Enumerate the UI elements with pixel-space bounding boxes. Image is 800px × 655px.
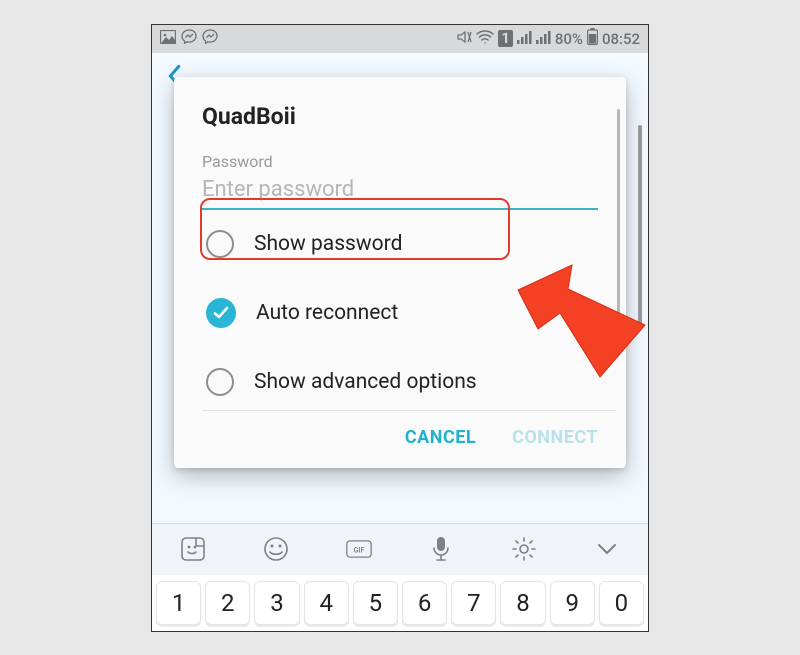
key-8[interactable]: 8 bbox=[500, 581, 545, 625]
messenger-icon bbox=[181, 29, 197, 49]
key-5[interactable]: 5 bbox=[353, 581, 398, 625]
mic-icon[interactable] bbox=[428, 536, 454, 562]
gif-icon[interactable]: GIF bbox=[346, 536, 372, 562]
advanced-options-toggle[interactable] bbox=[206, 368, 234, 396]
emoji-icon[interactable] bbox=[263, 536, 289, 562]
sim-badge: 1 bbox=[498, 30, 513, 47]
phone-frame: 1 80% 08:52 QuadBoii Password bbox=[151, 24, 649, 632]
password-input[interactable] bbox=[202, 175, 598, 210]
chevron-down-icon[interactable] bbox=[594, 536, 620, 562]
key-1[interactable]: 1 bbox=[156, 581, 201, 625]
cancel-button[interactable]: CANCEL bbox=[405, 427, 476, 448]
password-label: Password bbox=[202, 152, 598, 171]
sticker-icon[interactable] bbox=[180, 536, 206, 562]
signal-icon bbox=[517, 30, 532, 48]
key-2[interactable]: 2 bbox=[205, 581, 250, 625]
keyboard-number-row: 1 2 3 4 5 6 7 8 9 0 bbox=[152, 575, 648, 631]
mute-icon bbox=[456, 29, 472, 49]
dialog-title: QuadBoii bbox=[202, 103, 598, 130]
svg-text:GIF: GIF bbox=[353, 545, 364, 554]
status-bar: 1 80% 08:52 bbox=[152, 25, 648, 53]
connect-button[interactable]: CONNECT bbox=[512, 427, 598, 448]
dialog-scrollbar[interactable] bbox=[617, 109, 620, 339]
wifi-icon bbox=[476, 30, 494, 48]
key-0[interactable]: 0 bbox=[599, 581, 644, 625]
show-password-toggle[interactable] bbox=[206, 230, 234, 258]
wifi-password-dialog: QuadBoii Password Show password Auto rec… bbox=[174, 77, 626, 468]
key-7[interactable]: 7 bbox=[451, 581, 496, 625]
auto-reconnect-label: Auto reconnect bbox=[256, 301, 398, 325]
show-password-row[interactable]: Show password bbox=[202, 210, 598, 278]
auto-reconnect-row[interactable]: Auto reconnect bbox=[202, 278, 598, 348]
battery-percent: 80% bbox=[555, 30, 583, 48]
signal-icon-2 bbox=[536, 30, 551, 48]
auto-reconnect-toggle[interactable] bbox=[206, 298, 236, 328]
key-9[interactable]: 9 bbox=[550, 581, 595, 625]
key-3[interactable]: 3 bbox=[254, 581, 299, 625]
key-4[interactable]: 4 bbox=[304, 581, 349, 625]
advanced-options-label: Show advanced options bbox=[254, 370, 477, 394]
show-password-label: Show password bbox=[254, 232, 402, 256]
advanced-options-row[interactable]: Show advanced options bbox=[202, 348, 598, 410]
clock-text: 08:52 bbox=[602, 30, 640, 48]
gear-icon[interactable] bbox=[511, 536, 537, 562]
messenger-icon-2 bbox=[202, 29, 218, 49]
keyboard-toolbar: GIF bbox=[152, 523, 648, 575]
key-6[interactable]: 6 bbox=[402, 581, 447, 625]
battery-icon bbox=[587, 28, 598, 49]
gallery-icon bbox=[160, 30, 176, 48]
background-scrollbar[interactable] bbox=[638, 125, 642, 325]
